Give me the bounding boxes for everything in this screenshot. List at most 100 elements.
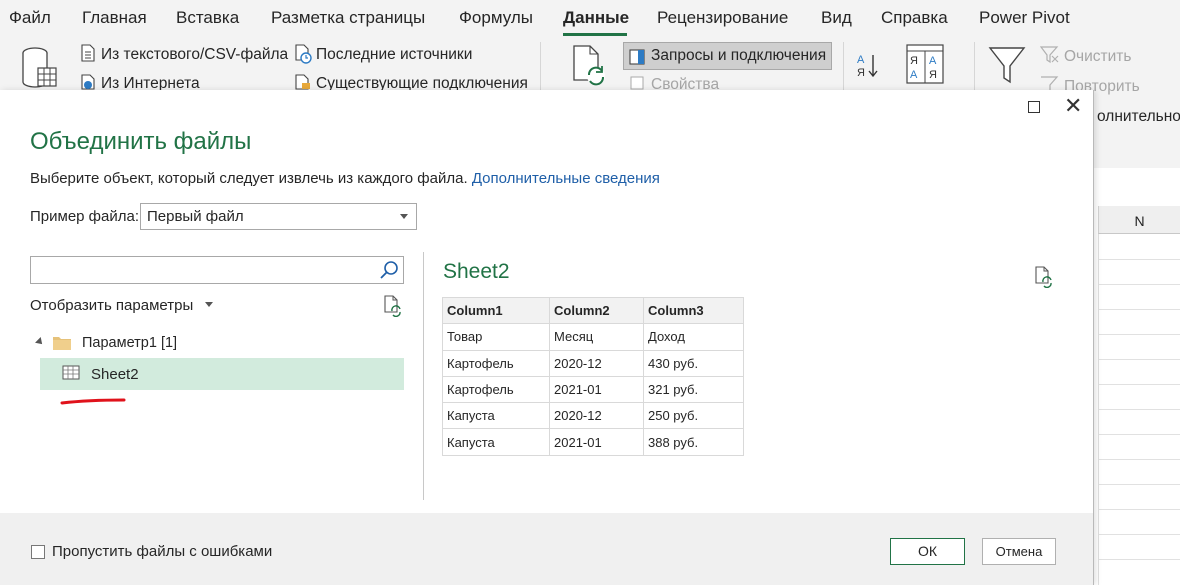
table-cell: Доход — [643, 323, 744, 351]
grid-line — [1098, 559, 1180, 560]
refresh-preview-icon[interactable] — [1034, 266, 1054, 288]
column-header-n[interactable]: N — [1098, 206, 1180, 234]
display-options-label: Отобразить параметры — [30, 297, 194, 314]
advanced-button[interactable]: олнительно — [1097, 108, 1180, 126]
search-icon[interactable] — [379, 260, 399, 280]
grid-line — [1098, 484, 1180, 485]
sheet-item-label: Sheet2 — [91, 366, 139, 383]
cancel-button[interactable]: Отмена — [982, 538, 1056, 565]
tree-node-parameter[interactable]: Параметр1 [1] — [35, 332, 336, 354]
clear-button[interactable]: Очистить — [1064, 48, 1131, 66]
table-cell: 388 руб. — [643, 428, 744, 456]
table-row: Картофель 2021-01 321 руб. — [442, 375, 744, 404]
table-cell: 2021-01 — [549, 428, 644, 456]
tab-help[interactable]: Справка — [881, 8, 948, 28]
reapply-icon — [1041, 76, 1059, 90]
folder-icon — [53, 337, 71, 350]
table-row: Товар Месяц Доход — [442, 323, 744, 351]
svg-text:Я: Я — [910, 55, 918, 67]
dialog-instruction: Выберите объект, который следует извлечь… — [30, 170, 468, 187]
grid-line — [1098, 259, 1180, 260]
table-cell: 2020-12 — [549, 402, 644, 430]
sort-icon[interactable]: Я А А Я — [906, 44, 944, 84]
ribbon-separator — [974, 42, 975, 90]
column-header: Column2 — [549, 296, 644, 325]
queries-pane-icon — [629, 49, 645, 65]
table-cell: 2020-12 — [549, 349, 644, 377]
grid-line — [1098, 459, 1180, 460]
dialog-subtitle: Выберите объект, который следует извлечь… — [30, 170, 660, 187]
display-options-dropdown[interactable]: Отобразить параметры — [30, 297, 214, 314]
recent-sources-button[interactable]: Последние источники — [316, 46, 472, 64]
queries-connections-label: Запросы и подключения — [651, 47, 827, 64]
ribbon-tab-bar: Файл Главная Вставка Разметка страницы Ф… — [0, 0, 1180, 38]
table-cell: Капуста — [442, 402, 550, 430]
table-icon — [62, 365, 80, 380]
panel-divider — [423, 252, 424, 500]
sort-az-icon[interactable]: А Я — [856, 52, 880, 80]
svg-text:А: А — [857, 54, 865, 66]
table-cell: 2021-01 — [549, 375, 644, 404]
grid-line — [1098, 509, 1180, 510]
database-icon[interactable] — [20, 46, 60, 92]
recent-sources-icon — [295, 44, 312, 64]
search-input[interactable] — [30, 256, 404, 284]
combine-files-dialog: ✕ Объединить файлы Выберите объект, кото… — [0, 90, 1094, 585]
table-header-row: Column1 Column2 Column3 — [442, 296, 744, 325]
grid-line — [1098, 359, 1180, 360]
svg-text:А: А — [910, 69, 918, 81]
clear-filter-icon — [1040, 46, 1059, 64]
table-cell: 430 руб. — [643, 349, 744, 377]
table-cell: Картофель — [442, 349, 550, 377]
grid-line — [1098, 284, 1180, 285]
filter-icon[interactable] — [988, 46, 1026, 86]
tab-view[interactable]: Вид — [821, 8, 852, 28]
grid-line — [1098, 384, 1180, 385]
column-header: Column3 — [643, 296, 744, 325]
tab-power-pivot[interactable]: Power Pivot — [979, 8, 1070, 28]
skip-errors-label[interactable]: Пропустить файлы с ошибками — [52, 543, 272, 560]
maximize-icon[interactable] — [1028, 101, 1040, 113]
tree-item-sheet2[interactable]: Sheet2 — [40, 358, 404, 390]
expand-caret-icon[interactable] — [35, 337, 45, 347]
queries-connections-button[interactable]: Запросы и подключения — [623, 42, 832, 70]
grid-line — [1098, 334, 1180, 335]
tab-file[interactable]: Файл — [9, 8, 51, 28]
grid-line — [1098, 534, 1180, 535]
properties-icon — [630, 76, 644, 90]
parameter-label: Параметр1 [1] — [82, 335, 178, 351]
ribbon-separator — [540, 42, 541, 90]
preview-table: Column1 Column2 Column3 Товар Месяц Дохо… — [442, 296, 744, 456]
existing-connections-icon — [295, 74, 310, 90]
more-info-link[interactable]: Дополнительные сведения — [472, 170, 660, 187]
close-icon[interactable]: ✕ — [1064, 95, 1082, 117]
tab-page-layout[interactable]: Разметка страницы — [271, 8, 425, 28]
grid-line — [1098, 409, 1180, 410]
from-text-csv-button[interactable]: Из текстового/CSV-файла — [101, 46, 288, 64]
ok-button[interactable]: ОК — [890, 538, 965, 565]
active-tab-indicator — [563, 33, 627, 36]
svg-text:Я: Я — [929, 69, 937, 81]
grid-line — [1098, 434, 1180, 435]
grid-line — [1098, 309, 1180, 310]
table-cell: 250 руб. — [643, 402, 744, 430]
refresh-all-icon[interactable] — [570, 44, 610, 88]
tab-insert[interactable]: Вставка — [176, 8, 239, 28]
tab-data[interactable]: Данные — [563, 8, 629, 28]
table-cell: 321 руб. — [643, 375, 744, 404]
tab-home[interactable]: Главная — [82, 8, 147, 28]
dialog-footer: Пропустить файлы с ошибками ОК Отмена — [0, 513, 1093, 585]
skip-errors-checkbox[interactable] — [31, 545, 45, 559]
chevron-down-icon — [205, 301, 214, 307]
annotation-underline — [60, 398, 126, 405]
refresh-icon[interactable] — [383, 295, 403, 317]
table-cell: Картофель — [442, 375, 550, 404]
tab-formulas[interactable]: Формулы — [459, 8, 533, 28]
sample-file-select[interactable]: Первый файл — [140, 203, 417, 230]
text-file-icon — [81, 44, 95, 62]
column-header: Column1 — [442, 296, 550, 325]
tab-review[interactable]: Рецензирование — [657, 8, 788, 28]
sample-file-value: Первый файл — [147, 208, 244, 225]
table-cell: Капуста — [442, 428, 550, 456]
chevron-down-icon — [400, 214, 408, 219]
